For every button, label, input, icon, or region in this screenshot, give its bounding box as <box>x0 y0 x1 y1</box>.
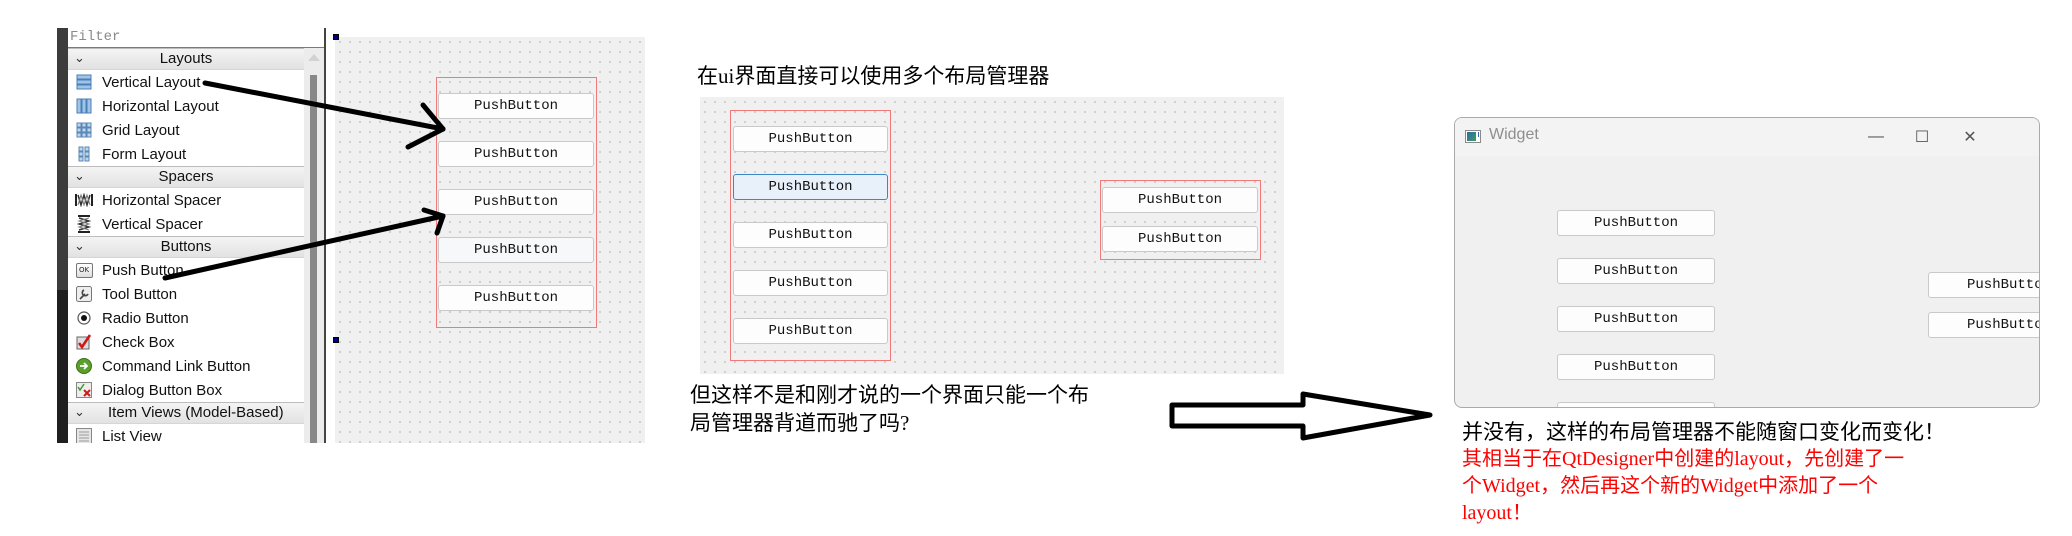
explanation-line-3: layout！ <box>1462 502 1532 524</box>
big-outline-arrow-icon <box>1169 391 1433 441</box>
app-window-icon <box>1465 130 1481 143</box>
push-button-focused[interactable]: PushButton <box>733 174 888 200</box>
push-button[interactable]: PushButton <box>733 270 888 296</box>
push-button[interactable]: PushButton <box>1557 354 1715 380</box>
close-icon: ✕ <box>1963 129 1977 146</box>
question-text-line-1: 但这样不是和刚才说的一个界面只能一个布 <box>690 383 1089 407</box>
push-button[interactable]: PushButton <box>1928 272 2039 298</box>
answer-text: 并没有，这样的布局管理器不能随窗口变化而变化！ <box>1462 420 1945 444</box>
question-text-line-2: 局管理器背道而驰了吗? <box>690 411 910 435</box>
minimize-icon: — <box>1868 128 1884 145</box>
push-button[interactable]: PushButton <box>1557 258 1715 284</box>
push-button[interactable]: PushButton <box>1557 402 1715 407</box>
push-button[interactable]: PushButton <box>733 318 888 344</box>
close-button[interactable]: ✕ <box>1947 118 1993 156</box>
window-title: Widget <box>1489 126 1539 143</box>
push-button[interactable]: PushButton <box>1102 187 1258 213</box>
explanation-line-2: 个Widget，然后再这个新的Widget中添加了一个 <box>1462 475 1879 497</box>
heading-multiple-layouts: 在ui界面直接可以使用多个布局管理器 <box>697 64 1050 88</box>
arrow-vertical-layout-to-layout <box>202 80 446 150</box>
widget-window: Widget — ☐ ✕ PushButton PushButton PushB… <box>1454 117 2040 408</box>
minimize-button[interactable]: — <box>1853 118 1899 156</box>
push-button[interactable]: PushButton <box>733 126 888 152</box>
explanation-line-1: 其相当于在QtDesigner中创建的layout，先创建了一 <box>1462 448 1905 470</box>
push-button[interactable]: PushButton <box>733 222 888 248</box>
push-button[interactable]: PushButton <box>1557 210 1715 236</box>
push-button[interactable]: PushButton <box>1557 306 1715 332</box>
maximize-button[interactable]: ☐ <box>1899 118 1945 156</box>
arrow-push-button-to-layout <box>162 207 446 281</box>
maximize-icon: ☐ <box>1914 129 1930 146</box>
push-button[interactable]: PushButton <box>1928 312 2039 338</box>
push-button[interactable]: PushButton <box>1102 226 1258 252</box>
